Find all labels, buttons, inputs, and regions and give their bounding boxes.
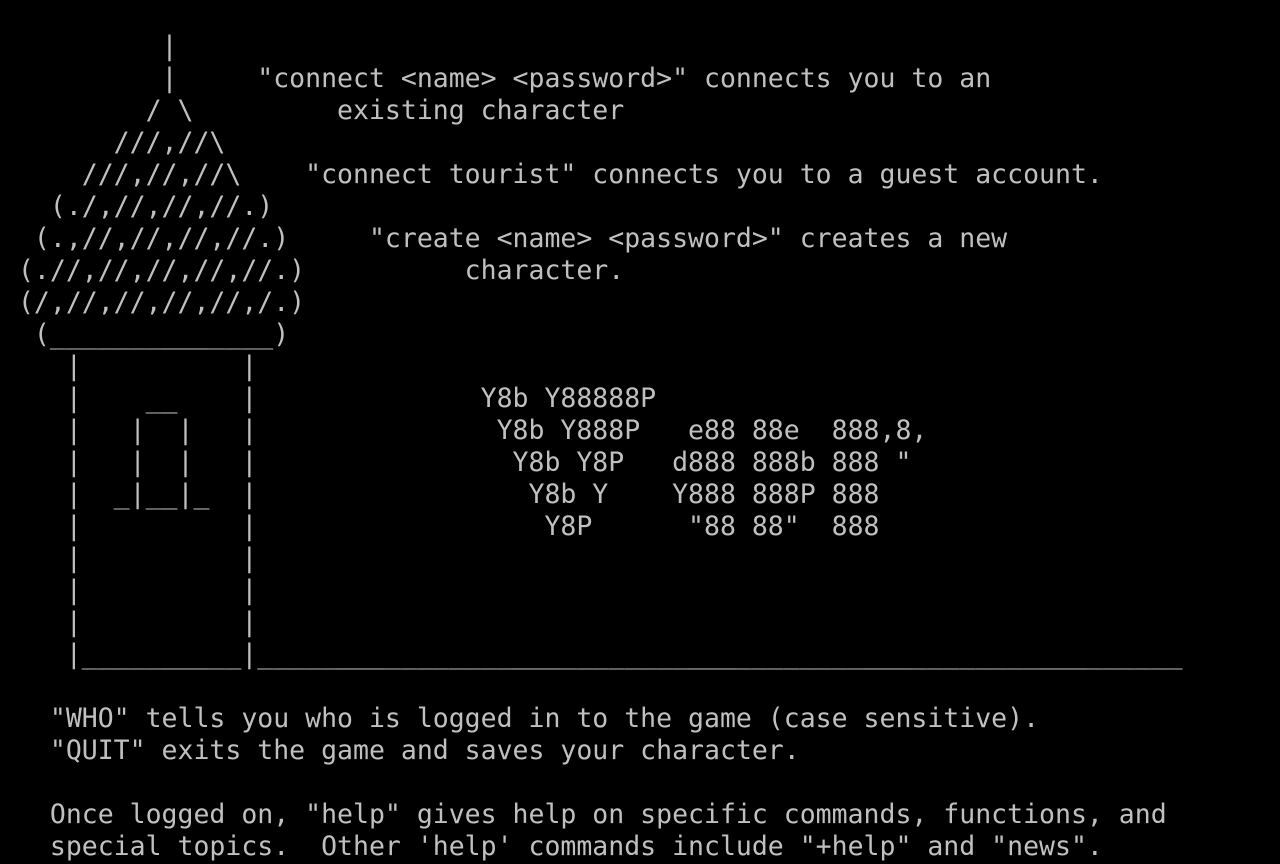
logo-art-line: | __ | Y8b Y88888P xyxy=(2,383,657,414)
tower-roof-base-line: (______________) xyxy=(2,319,290,350)
tower-roof-line: (./,//,//,//.) xyxy=(2,191,274,222)
tower-wall-line: | | xyxy=(2,543,258,574)
who-instruction-line: "WHO" tells you who is logged in to the … xyxy=(2,703,1040,734)
logo-art-line: | | | | Y8b Y8P d888 888b 888 " xyxy=(2,447,912,478)
tower-roof-line: (/,//,//,//,//,/.) xyxy=(2,287,306,318)
terminal-screen[interactable]: | | "connect <name> <password>" connects… xyxy=(0,0,1280,864)
logo-art-line: | | | | Y8b Y888P e88 88e 888,8, xyxy=(2,415,928,446)
tower-wall-line: | | xyxy=(2,351,258,382)
tower-roof-line: ///,//\ xyxy=(2,127,226,158)
create-instruction-continued-line: (.//,//,//,//,//.) character. xyxy=(2,255,625,286)
connect-tourist-instruction-line: ///,//,//\ "connect tourist" connects yo… xyxy=(2,159,1103,190)
quit-instruction-line: "QUIT" exits the game and saves your cha… xyxy=(2,735,800,766)
tower-wall-line: | | xyxy=(2,607,258,638)
tower-spire-line: | xyxy=(2,31,178,62)
help-instruction-line: Once logged on, "help" gives help on spe… xyxy=(2,799,1167,830)
logo-art-line: | | Y8P "88 88" 888 xyxy=(2,511,880,542)
terminal-output: | | "connect <name> <password>" connects… xyxy=(2,31,1183,863)
connect-instruction-continued-line: / \ existing character xyxy=(2,95,625,126)
connect-instruction-line: | "connect <name> <password>" connects y… xyxy=(2,63,992,94)
tower-wall-line: | | xyxy=(2,575,258,606)
help-instruction-continued-line: special topics. Other 'help' commands in… xyxy=(2,831,1103,862)
logo-art-line: | _|__|_ | Y8b Y Y888 888P 888 xyxy=(2,479,880,510)
create-instruction-line: (.,//,//,//,//.) "create <name> <passwor… xyxy=(2,223,1008,254)
ground-line: |__________|____________________________… xyxy=(2,639,1183,670)
